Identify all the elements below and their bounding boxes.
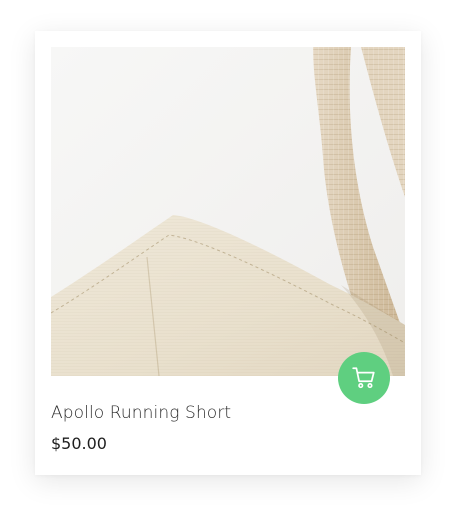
add-to-cart-button[interactable] (338, 352, 390, 404)
product-card: Apollo Running Short $50.00 (35, 31, 421, 475)
tote-bag-photo (51, 47, 405, 376)
product-price: $50.00 (51, 434, 107, 453)
product-title[interactable]: Apollo Running Short (51, 403, 231, 423)
cart-icon (351, 365, 377, 391)
product-image[interactable] (51, 47, 405, 376)
